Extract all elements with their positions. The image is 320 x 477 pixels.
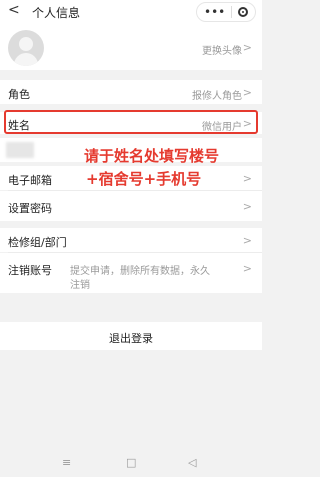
avatar-body-shape <box>14 53 38 66</box>
role-value: 报修人角色 <box>192 91 242 102</box>
title-bar: < 个人信息 ••• <box>0 0 262 26</box>
avatar-head-shape <box>19 37 33 51</box>
group-row[interactable]: 检修组/部门 > <box>0 228 262 252</box>
group-label: 检修组/部门 <box>8 236 67 249</box>
role-row[interactable]: 角色 报修人角色 > <box>0 80 262 104</box>
cancel-account-desc-line2: 注销 <box>70 280 90 291</box>
chevron-right-icon: > <box>242 262 252 275</box>
cancel-account-desc-line1: 提交申请，删除所有数据，永久 <box>70 266 210 277</box>
avatar-row[interactable]: 更换头像 > <box>0 26 262 70</box>
chevron-right-icon: > <box>242 234 252 247</box>
menu-icon[interactable]: ≡ <box>62 456 71 469</box>
more-dots-icon[interactable]: ••• <box>204 6 225 18</box>
highlight-box <box>4 110 258 134</box>
chevron-right-icon: > <box>242 172 252 185</box>
back-arrow-icon[interactable]: < <box>8 2 20 18</box>
annotation-line-2: +宿舍号+手机号 <box>86 170 202 188</box>
change-avatar-text: 更换头像 <box>202 46 242 57</box>
annotation-line-1: 请于姓名处填写楼号 <box>84 147 220 165</box>
chevron-right-icon: > <box>242 86 252 99</box>
email-label: 电子邮箱 <box>8 174 52 187</box>
page-title: 个人信息 <box>32 6 81 20</box>
system-nav-bar: ≡ □ ◁ <box>0 448 262 477</box>
role-label: 角色 <box>8 88 30 101</box>
blurred-content <box>6 142 34 158</box>
cancel-account-row[interactable]: 注销账号 提交申请，删除所有数据，永久 注销 > <box>0 253 262 293</box>
cancel-account-label: 注销账号 <box>8 264 52 277</box>
logout-label: 退出登录 <box>109 332 153 345</box>
avatar <box>8 30 44 66</box>
capsule-divider <box>231 6 233 18</box>
password-label: 设置密码 <box>8 202 52 215</box>
chevron-right-icon: > <box>242 200 252 213</box>
close-target-icon[interactable] <box>237 7 248 17</box>
chevron-right-icon: > <box>242 41 252 54</box>
mini-program-capsule: ••• <box>196 2 256 22</box>
password-row[interactable]: 设置密码 > <box>0 191 262 221</box>
back-icon[interactable]: ◁ <box>188 456 196 469</box>
logout-button[interactable]: 退出登录 <box>0 322 262 350</box>
home-icon[interactable]: □ <box>126 456 136 469</box>
